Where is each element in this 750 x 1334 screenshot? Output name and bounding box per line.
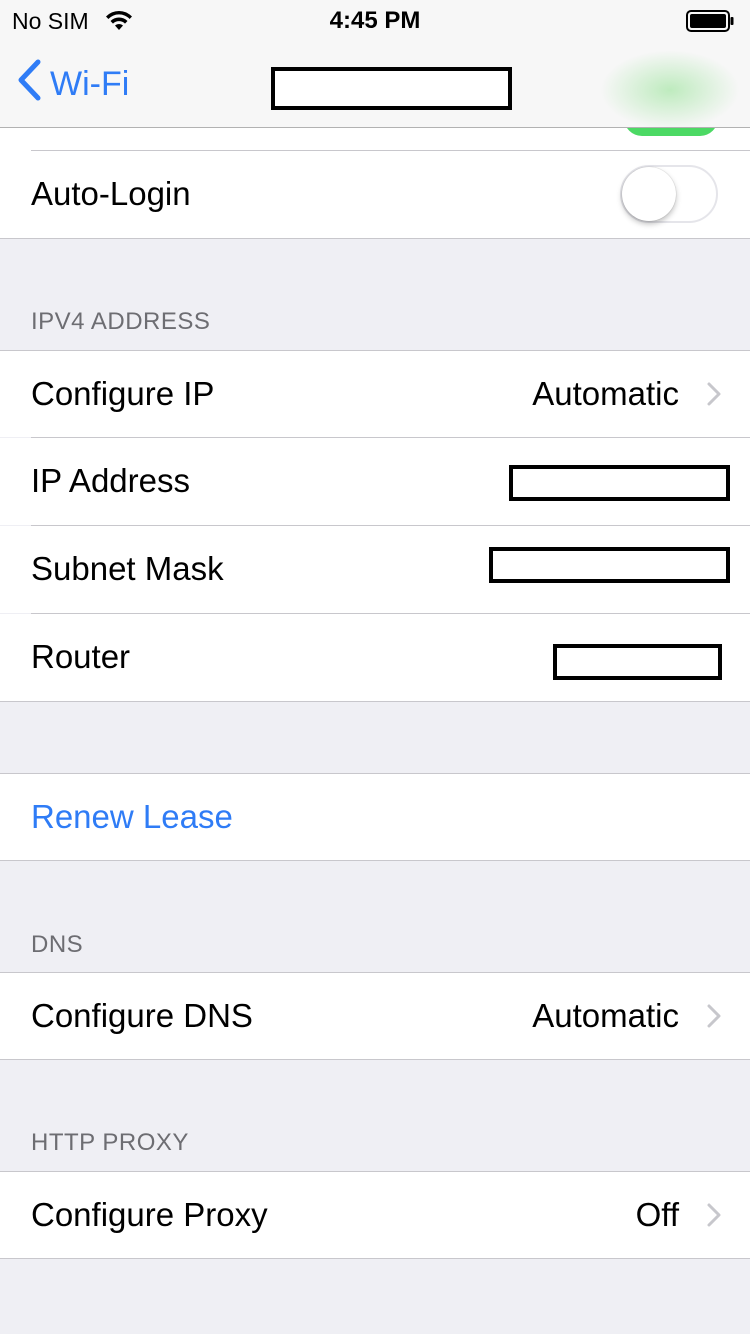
- section-divider: [0, 860, 750, 861]
- subnet-mask-row: Subnet Mask: [0, 526, 750, 613]
- configure-dns-value: Automatic: [532, 997, 679, 1034]
- redacted-subnet-mask: [489, 547, 730, 583]
- auto-login-label: Auto-Login: [31, 175, 191, 212]
- router-row: Router: [0, 614, 750, 701]
- configure-ip-label: Configure IP: [31, 375, 215, 412]
- auto-login-row: Auto-Login: [0, 151, 750, 238]
- configure-ip-value: Automatic: [532, 375, 679, 412]
- redacted-network-name: [271, 67, 512, 110]
- navigation-bar: Wi-Fi: [0, 40, 750, 128]
- toggle-knob: [622, 167, 676, 221]
- section-divider: [0, 238, 750, 239]
- chevron-right-icon: [706, 381, 722, 412]
- section-divider: [0, 1258, 750, 1259]
- dns-section-header: DNS: [31, 931, 84, 958]
- renew-lease-row[interactable]: Renew Lease: [0, 774, 750, 860]
- ip-address-row: IP Address: [0, 438, 750, 525]
- status-time: 4:45 PM: [329, 7, 421, 34]
- configure-dns-label: Configure DNS: [31, 997, 253, 1034]
- row-divider: [31, 150, 750, 151]
- configure-ip-row[interactable]: Configure IP Automatic: [0, 351, 750, 437]
- redacted-ip-address: [509, 465, 730, 501]
- auto-login-toggle[interactable]: [620, 165, 718, 223]
- navbar-divider: [0, 127, 750, 128]
- chevron-right-icon: [706, 1202, 722, 1233]
- ip-address-label: IP Address: [31, 462, 190, 499]
- ipv4-section-header: IPV4 ADDRESS: [31, 308, 211, 335]
- back-button[interactable]: Wi-Fi: [16, 59, 130, 106]
- section-divider: [0, 701, 750, 702]
- http-proxy-section-header: HTTP PROXY: [31, 1129, 189, 1156]
- chevron-left-icon: [16, 58, 50, 111]
- configure-proxy-value: Off: [635, 1196, 679, 1233]
- configure-proxy-label: Configure Proxy: [31, 1196, 268, 1233]
- status-bar: No SIM 4:45 PM: [0, 0, 750, 40]
- back-button-label: Wi-Fi: [50, 64, 130, 103]
- chevron-right-icon: [706, 1003, 722, 1034]
- battery-icon: [686, 10, 734, 32]
- section-divider: [0, 1059, 750, 1060]
- subnet-mask-label: Subnet Mask: [31, 550, 224, 587]
- renew-lease-button[interactable]: Renew Lease: [31, 798, 233, 836]
- navbar-glow: [600, 50, 740, 128]
- router-label: Router: [31, 638, 131, 675]
- configure-dns-row[interactable]: Configure DNS Automatic: [0, 973, 750, 1059]
- redacted-router: [553, 644, 722, 680]
- configure-proxy-row[interactable]: Configure Proxy Off: [0, 1172, 750, 1258]
